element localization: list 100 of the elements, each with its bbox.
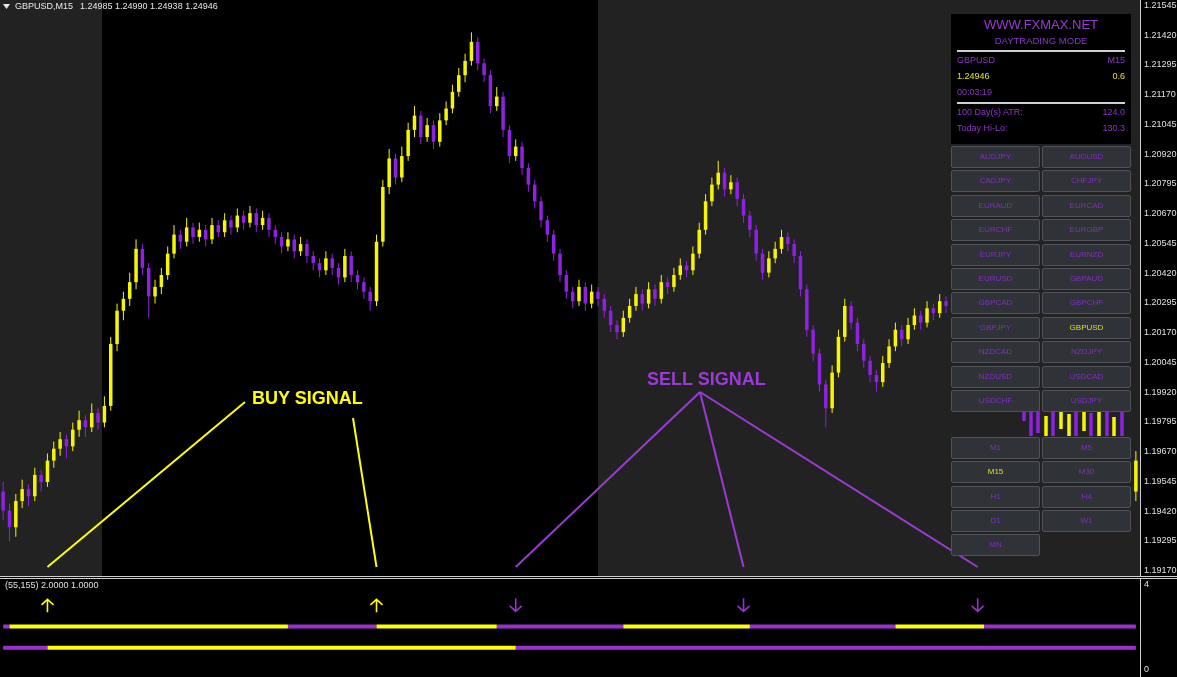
candle-body [419,115,423,138]
candle-wick [679,257,681,281]
candle-wick [211,217,213,245]
timeframe-button[interactable]: H4 [1042,485,1131,508]
candle-wick [414,105,415,138]
candle-wick [72,422,74,452]
candle-body [735,182,739,199]
symbol-button[interactable]: GBPCAD [951,292,1040,315]
timeframe-button[interactable]: M15 [951,461,1040,484]
candle-wick [907,317,909,345]
symbol-button[interactable]: EURGBP [1042,219,1131,242]
symbol-button[interactable]: EURUSD [951,267,1040,290]
candle-body [457,75,461,92]
candle-body [368,291,372,302]
candle-body [210,225,214,240]
candle-body [722,172,727,190]
symbol-button[interactable]: GBPUSD [1042,316,1131,339]
candle-wick [426,117,428,143]
candle-body [172,234,176,254]
candle-body [1134,460,1138,492]
candle-wick [281,231,283,255]
candle-wick [262,210,264,231]
candle-body [1,491,5,511]
timeframe-button[interactable]: W1 [1042,510,1131,533]
candle-wick [673,267,675,293]
symbol-button[interactable]: GBPJPY [951,316,1040,339]
symbol-button[interactable]: NZDJPY [1042,341,1131,364]
candle-body [336,267,341,278]
candle-body [292,239,296,252]
symbol-button[interactable]: CADJPY [951,170,1040,193]
candle-body [450,91,455,109]
symbol-button[interactable]: EURJPY [951,243,1040,266]
info-value: 0.6 [1112,71,1125,81]
candle-wick [198,222,200,243]
candle-body [438,120,442,142]
candle-body [279,236,284,247]
symbol-button[interactable]: CHFJPY [1042,170,1131,193]
candle-wick [540,196,542,228]
timeframe-button[interactable]: H1 [951,485,1040,508]
candle-wick [863,338,865,369]
candle-body [906,325,910,340]
candle-body [887,346,891,364]
candle-body [469,41,474,61]
candle-wick [901,324,903,347]
candle-wick [103,395,105,428]
candle-wick [565,269,567,300]
candle-wick [787,231,789,252]
symbol-button[interactable]: EURCHF [951,219,1040,242]
timeframe-button[interactable]: M1 [951,436,1040,459]
candle-wick [325,250,327,276]
candle-body [615,325,619,333]
candle-wick [236,207,238,233]
candle-wick [483,58,485,83]
candle-wick [97,407,99,431]
symbol-button[interactable]: USDCHF [951,389,1040,412]
down-arrow-icon [508,597,523,613]
candle-wick [521,141,523,176]
candle-wick [762,248,763,281]
candle-body [830,372,834,409]
candle-body [109,344,113,406]
symbol-button[interactable]: EURCAD [1042,194,1131,217]
candle-wick [945,295,947,314]
candle-wick [363,276,365,300]
symbol-button[interactable]: GBPAUD [1042,267,1131,290]
timeframe-button[interactable]: MN [951,534,1040,557]
candle-wick [141,243,143,276]
panel-subtitle: DAYTRADING MODE [993,34,1089,48]
candle-wick [534,179,536,209]
symbol-button[interactable]: AUDUSD [1042,146,1131,168]
candle-body [520,146,524,168]
symbol-button[interactable]: EURNZD [1042,243,1131,266]
candle-wick [939,293,941,319]
symbol-button[interactable]: AUDJPY [951,146,1040,168]
candle-wick [154,279,156,305]
candle-wick [470,31,472,67]
timeframe-button[interactable]: M5 [1042,436,1131,459]
timeframe-button[interactable]: D1 [951,510,1040,533]
candle-body [665,282,670,287]
signal-label: BUY SIGNAL [252,389,363,407]
symbol-button[interactable]: USDJPY [1042,389,1131,412]
caret-icon[interactable] [3,3,10,9]
symbol-button[interactable]: NZDUSD [951,365,1040,388]
candle-body [381,187,385,242]
candle-body [824,384,828,409]
symbol-button[interactable]: NZDCAD [951,341,1040,364]
candle-wick [464,53,466,83]
candle-wick [395,153,396,186]
symbol-button[interactable]: GBPCHF [1042,292,1131,315]
candle-body [267,217,271,230]
candle-wick [401,146,403,183]
candle-body [507,129,512,157]
candle-wick [496,86,498,112]
candle-body [817,353,822,385]
info-label: GBPUSD [957,55,995,65]
axis-label: 0 [1144,663,1149,674]
symbol-button[interactable]: USDCAD [1042,365,1131,388]
timeframe-button[interactable]: M30 [1042,461,1131,484]
symbol-button[interactable]: EURAUD [951,194,1040,217]
candle-body [463,60,467,76]
candle-wick [622,310,624,338]
